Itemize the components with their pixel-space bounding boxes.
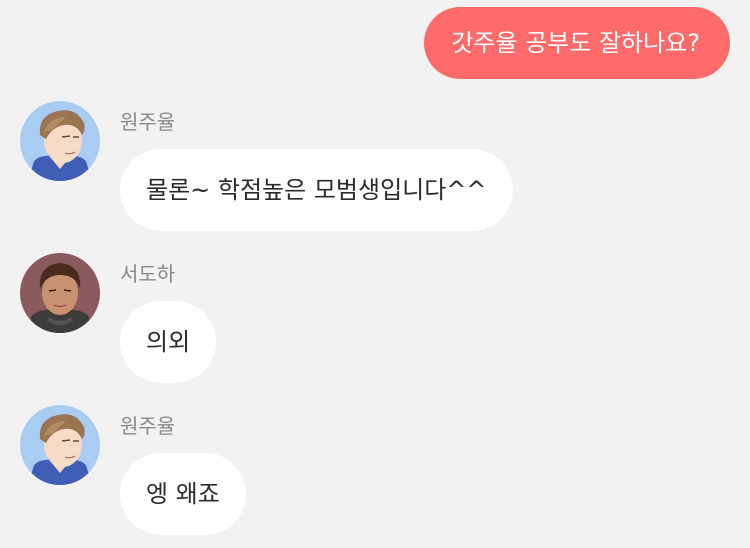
avatar-icon-wonjuyul[interactable] (20, 101, 100, 181)
avatar-illustration (20, 253, 100, 333)
incoming-message-bubble[interactable]: 엥 왜죠 (120, 453, 246, 535)
avatar-icon-seodoha[interactable] (20, 253, 100, 333)
chat-area: 갓주율 공부도 잘하나요? 원주율 물론~ 학점높은 모범생입니다^^ 서도하 … (0, 0, 750, 548)
incoming-message-bubble[interactable]: 의외 (120, 301, 217, 383)
sender-name: 원주율 (120, 414, 176, 438)
sender-name: 서도하 (120, 262, 176, 286)
sender-name: 원주율 (120, 110, 176, 134)
avatar-illustration (20, 101, 100, 181)
outgoing-message-bubble[interactable]: 갓주율 공부도 잘하나요? (424, 7, 730, 79)
avatar-illustration (20, 405, 100, 485)
incoming-message-bubble[interactable]: 물론~ 학점높은 모범생입니다^^ (120, 149, 513, 231)
avatar-icon-wonjuyul[interactable] (20, 405, 100, 485)
